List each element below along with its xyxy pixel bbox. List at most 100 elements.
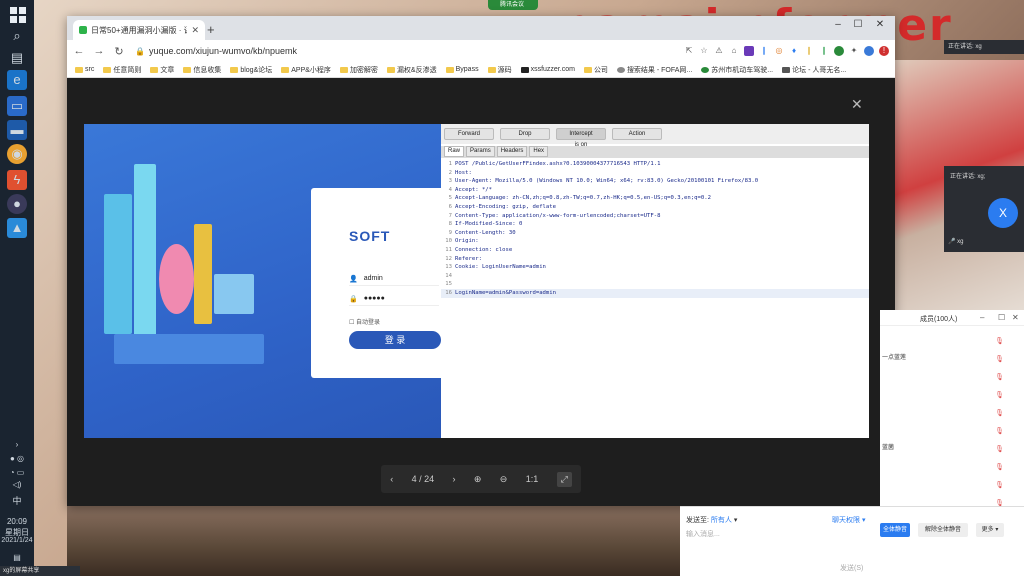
drop-button[interactable]: Drop — [500, 128, 550, 140]
network-icon[interactable]: ◔ ▭ — [0, 468, 34, 477]
members-maximize-icon[interactable]: ☐ — [998, 313, 1005, 322]
bookmark-item[interactable]: 苏州市机动车驾驶... — [701, 65, 773, 75]
zoom-reset-button[interactable]: 1:1 — [526, 474, 539, 484]
request-line[interactable]: 8 If-Modified-Since: 0 — [441, 220, 869, 229]
notification-icon[interactable]: ▤ — [0, 553, 34, 562]
zoom-in-icon[interactable]: ⊕ — [474, 474, 482, 485]
request-line[interactable]: 9 Content-Length: 30 — [441, 229, 869, 238]
username-field[interactable]: 👤 admin — [349, 272, 439, 286]
mic-muted-icon[interactable]: 🎙 — [995, 337, 1004, 345]
close-window-button[interactable]: ✕ — [871, 19, 889, 30]
fullscreen-icon[interactable]: ⤢ — [556, 471, 572, 487]
bookmark-item[interactable]: src — [75, 66, 94, 73]
action-button[interactable]: Action — [612, 128, 662, 140]
request-line[interactable]: 13 Cookie: LoginUserName=admin — [441, 263, 869, 272]
back-arrow-icon[interactable]: ← — [71, 45, 87, 57]
extension-yellow-icon[interactable]: ∥ — [804, 46, 814, 56]
bookmark-item[interactable]: 搜索结果 - FOFA网... — [616, 65, 692, 75]
mic-muted-icon[interactable]: 🎙 — [995, 445, 1004, 453]
bookmark-item[interactable]: 漏权&反渗透 — [386, 65, 437, 75]
login-button[interactable]: 登 录 — [349, 331, 441, 349]
bookmark-item[interactable]: blog&论坛 — [230, 65, 272, 75]
member-row[interactable]: 🎙 — [880, 388, 1024, 404]
chat-recipient[interactable]: 发送至: 所有人 ▾ — [686, 515, 737, 525]
extension-green-icon[interactable]: ∥ — [819, 46, 829, 56]
intercept-toggle-button[interactable]: Intercept is on — [556, 128, 606, 148]
request-line[interactable]: 1 POST /Public/GetUserFFindex.ashx?0.1039… — [441, 160, 869, 169]
mic-muted-icon[interactable]: 🎙 — [995, 463, 1004, 471]
tray-chevron-icon[interactable]: › — [0, 440, 34, 449]
request-line[interactable]: 11 Connection: close — [441, 246, 869, 255]
more-button[interactable]: 更多 ▾ — [976, 523, 1004, 537]
url-field[interactable]: 🔒 yuque.com/xiujun-wumvo/kb/npuemk — [135, 46, 655, 56]
screen-share-status[interactable]: xg的屏幕共享 — [0, 566, 80, 576]
search-icon[interactable]: ⌕ — [7, 26, 27, 46]
member-row[interactable]: 一点蓝莲 🎙 — [880, 352, 1024, 368]
bookmark-item[interactable]: 文章 — [150, 65, 174, 75]
maximize-button[interactable]: ☐ — [849, 19, 867, 30]
extension-blue-icon[interactable]: ∥ — [759, 46, 769, 56]
members-close-icon[interactable]: ✕ — [1012, 313, 1019, 322]
request-line[interactable]: 6 Accept-Encoding: gzip, deflate — [441, 203, 869, 212]
chat-send-button[interactable]: 发送(S) — [840, 563, 863, 573]
tab-hex[interactable]: Hex — [529, 146, 549, 157]
browser-tab[interactable]: 日常50+通用漏洞小漏版 · 语雀 ✕ — [73, 20, 205, 40]
mute-all-button[interactable]: 全体静音 — [880, 523, 910, 537]
update-menu-icon[interactable]: ! — [879, 46, 889, 56]
bookmark-item[interactable]: Bypass — [445, 66, 479, 73]
member-row[interactable]: 🎙 — [880, 406, 1024, 422]
clock-time[interactable]: 20:09 — [0, 517, 34, 526]
request-line[interactable]: 2 Host: — [441, 169, 869, 178]
zoom-out-icon[interactable]: ⊖ — [500, 474, 508, 485]
mic-muted-icon[interactable]: 🎙 — [995, 427, 1004, 435]
request-line[interactable]: 12 Referer: — [441, 255, 869, 264]
forward-button[interactable]: Forward — [444, 128, 494, 140]
edge-icon[interactable]: e — [7, 70, 27, 90]
bookmark-item[interactable]: 源码 — [487, 65, 512, 75]
member-row[interactable]: 🎙 — [880, 334, 1024, 350]
mic-icon[interactable]: ● ◎ — [0, 454, 34, 463]
profile-avatar[interactable] — [864, 46, 874, 56]
mic-muted-icon[interactable]: 🎙 — [995, 409, 1004, 417]
tab-headers[interactable]: Headers — [496, 146, 528, 157]
member-row[interactable]: 蓝菌 🎙 — [880, 442, 1024, 458]
request-line[interactable]: 16 LoginName=admin&Password=admin — [441, 288, 869, 298]
ime-indicator[interactable]: 中 — [0, 494, 34, 507]
chat-permission-menu[interactable]: 聊天权限 ▾ — [832, 515, 865, 525]
extension-circle-icon[interactable] — [834, 46, 844, 56]
windows-start-icon[interactable] — [7, 4, 27, 24]
minimize-button[interactable]: – — [829, 19, 847, 30]
new-tab-icon[interactable]: + — [207, 22, 215, 37]
close-viewer-icon[interactable]: ✕ — [851, 96, 863, 113]
request-line[interactable]: 4 Accept: */* — [441, 186, 869, 195]
mic-muted-icon[interactable]: 🎙 — [995, 355, 1004, 363]
chat-input[interactable]: 输入消息... — [686, 529, 720, 539]
burp-icon[interactable]: ϟ — [7, 170, 27, 190]
mic-muted-icon[interactable]: 🎙 — [995, 373, 1004, 381]
bookmark-item[interactable]: 论坛 - 人哥无名... — [782, 65, 846, 75]
app-icon[interactable]: ● — [7, 194, 27, 214]
mic-muted-icon[interactable]: 🎙 — [995, 391, 1004, 399]
request-line[interactable]: 15 — [441, 280, 869, 289]
tab-raw[interactable]: Raw — [444, 146, 465, 157]
bookmark-item[interactable]: 加密解密 — [339, 65, 378, 75]
request-line[interactable]: 14 — [441, 272, 869, 281]
bookmark-item[interactable]: xssfuzzer.com — [520, 66, 575, 73]
members-minimize-icon[interactable]: – — [980, 313, 984, 322]
extension-purple-icon[interactable] — [744, 46, 754, 56]
forward-arrow-icon[interactable]: → — [91, 45, 107, 57]
remember-checkbox[interactable]: ☐ 自动登录 — [349, 317, 380, 326]
explorer-icon[interactable]: ▭ — [7, 96, 27, 116]
password-field[interactable]: 🔒 ●●●●● — [349, 292, 439, 306]
request-line[interactable]: 5 Accept-Language: zh-CN,zh;q=0.8,zh-TW;q… — [441, 194, 869, 203]
terminal-icon[interactable]: ▬ — [7, 120, 27, 140]
bookmark-item[interactable]: 任意简则 — [103, 65, 141, 75]
tab-params[interactable]: Params — [466, 146, 495, 157]
mic-muted-icon[interactable]: 🎙 — [995, 481, 1004, 489]
meeting-pill[interactable]: 腾讯会议 — [488, 0, 538, 10]
member-row[interactable]: 🎙 — [880, 460, 1024, 476]
translate-icon[interactable]: ⌂ — [729, 46, 739, 56]
request-line[interactable]: 3 User-Agent: Mozilla/5.0 (Windows NT 10.… — [441, 177, 869, 186]
star-icon[interactable]: ☆ — [699, 46, 709, 56]
unmute-all-button[interactable]: 解除全体静音 — [918, 523, 968, 537]
